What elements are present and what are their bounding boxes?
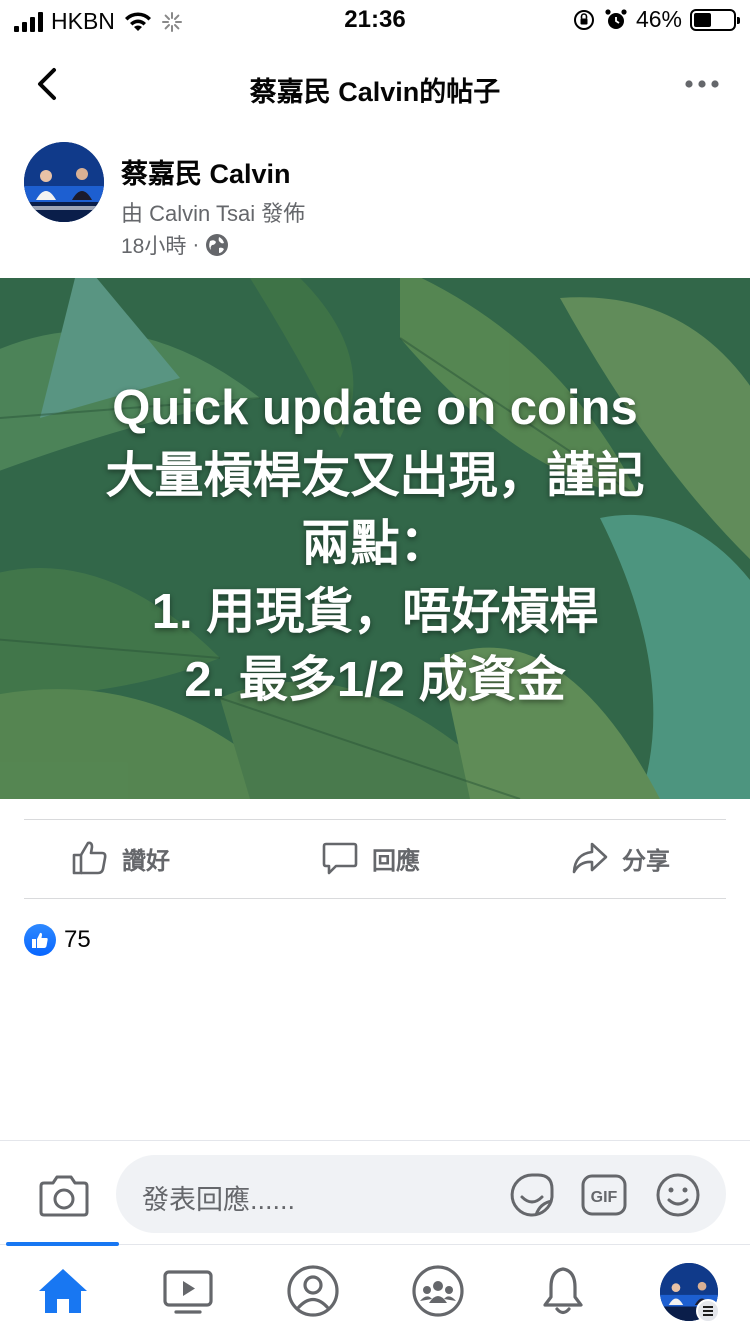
- reaction-summary[interactable]: 75: [24, 924, 91, 956]
- image-text-line: 2. 最多1/2 成資金: [184, 653, 566, 707]
- comment-label: 回應: [372, 847, 420, 875]
- comment-input[interactable]: 發表回應...... GIF: [116, 1155, 726, 1233]
- image-text-line: 兩點：: [301, 517, 449, 571]
- svg-text:GIF: GIF: [591, 1189, 618, 1206]
- comment-button[interactable]: 回應: [320, 838, 420, 878]
- bottom-tab-bar: [0, 1242, 750, 1334]
- tab-watch[interactable]: [160, 1263, 216, 1319]
- battery-icon: [690, 8, 740, 31]
- comment-icon: [322, 842, 358, 875]
- battery-percent: 46%: [635, 6, 682, 32]
- avatar[interactable]: [24, 142, 104, 222]
- image-text-line: 大量槓桿友又出現，謹記: [105, 449, 645, 503]
- like-button[interactable]: 讚好: [70, 838, 170, 878]
- gif-icon[interactable]: GIF: [580, 1171, 628, 1219]
- tab-home[interactable]: [35, 1263, 91, 1319]
- comment-placeholder: 發表回應......: [142, 1185, 296, 1215]
- page-title: 蔡嘉民 Calvin的帖子: [249, 77, 501, 107]
- tab-groups[interactable]: [410, 1263, 466, 1319]
- tab-profile[interactable]: [285, 1263, 341, 1319]
- posted-by-label: 由 Calvin Tsai 發佈: [121, 201, 306, 226]
- profile-icon: [287, 1265, 339, 1317]
- like-label: 讚好: [122, 847, 170, 875]
- battery-fill: [694, 12, 712, 27]
- post-header: 蔡嘉民 Calvin 由 Calvin Tsai 發佈 18小時 ·: [0, 140, 750, 260]
- comment-bar: 發表回應...... GIF: [0, 1140, 750, 1244]
- share-label: 分享: [622, 847, 670, 875]
- groups-icon: [412, 1265, 464, 1317]
- thumbs-up-icon: [72, 841, 107, 875]
- post-image[interactable]: Quick update on coins 大量槓桿友又出現，謹記 兩點： 1.…: [0, 278, 750, 799]
- divider: [24, 819, 726, 820]
- image-text-line: Quick update on coins: [112, 381, 638, 435]
- nav-header: 蔡嘉民 Calvin的帖子: [0, 48, 750, 120]
- share-icon: [572, 842, 608, 874]
- post-meta: 18小時 ·: [121, 230, 229, 260]
- menu-icon: [696, 1299, 720, 1323]
- rotation-lock-icon: [573, 9, 594, 30]
- divider: [24, 898, 726, 899]
- meta-separator: ·: [192, 233, 200, 256]
- watch-icon: [163, 1270, 213, 1314]
- post-time[interactable]: 18小時: [121, 230, 186, 260]
- home-icon: [39, 1269, 87, 1313]
- emoji-icon[interactable]: [654, 1171, 702, 1219]
- status-right: 46%: [572, 6, 740, 33]
- more-dots-icon[interactable]: [684, 74, 720, 94]
- status-bar: HKBN 21:36 46%: [0, 0, 750, 40]
- camera-icon[interactable]: [38, 1171, 90, 1219]
- active-tab-indicator: [6, 1242, 119, 1246]
- reaction-count: 75: [64, 926, 91, 953]
- notifications-icon: [543, 1267, 583, 1315]
- globe-icon: [206, 234, 229, 256]
- post-image-text: Quick update on coins 大量槓桿友又出現，謹記 兩點： 1.…: [0, 374, 750, 714]
- post-actions: 讚好 回應 分享: [0, 822, 750, 898]
- like-reaction-icon: [24, 924, 56, 956]
- sticker-icon[interactable]: [508, 1171, 556, 1219]
- alarm-icon: [605, 8, 627, 29]
- image-text-line: 1. 用現貨，唔好槓桿: [151, 585, 599, 639]
- tab-notifications[interactable]: [535, 1263, 591, 1319]
- author-name[interactable]: 蔡嘉民 Calvin: [121, 152, 291, 191]
- share-button[interactable]: 分享: [570, 838, 670, 878]
